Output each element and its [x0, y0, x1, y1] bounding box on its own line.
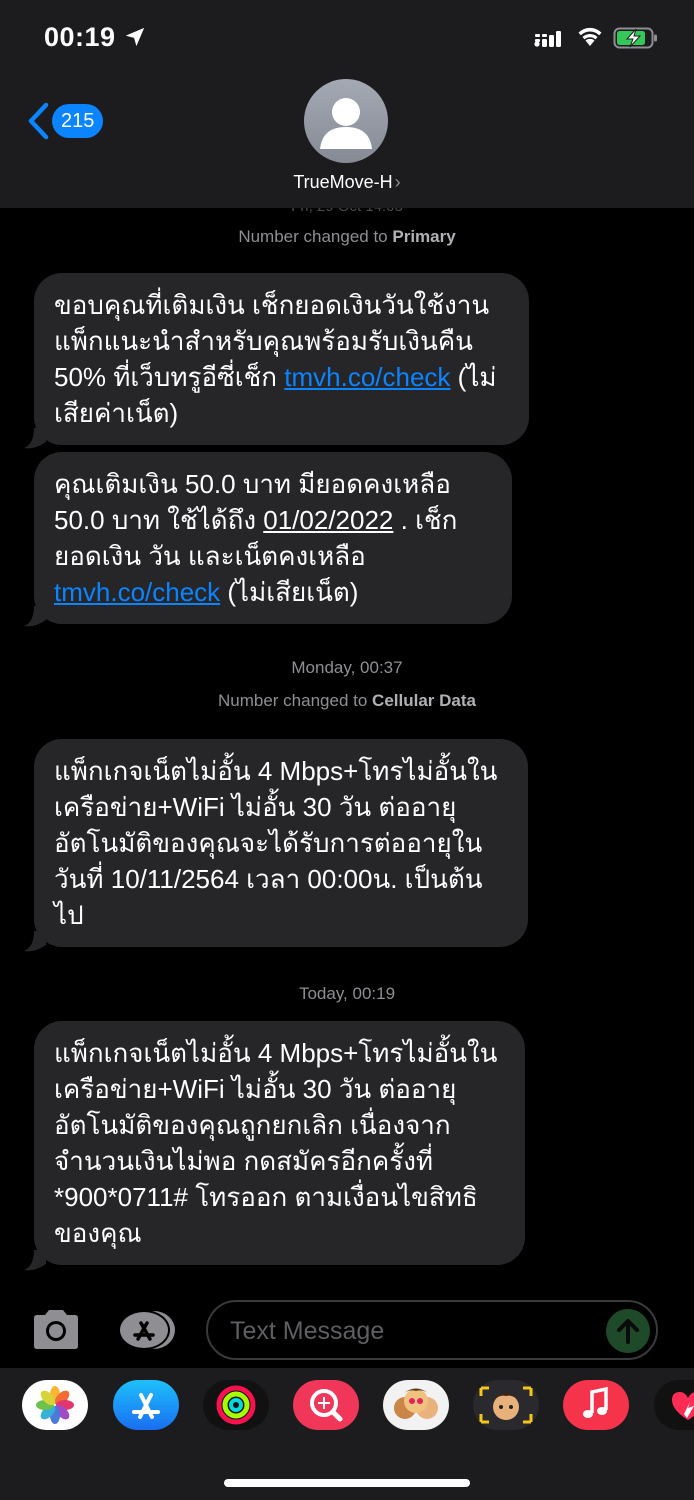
- memoji-stickers-app-icon[interactable]: [383, 1380, 449, 1430]
- back-unread-count[interactable]: 215: [52, 104, 104, 138]
- camera-icon[interactable]: [30, 1308, 82, 1352]
- web-search-app-icon[interactable]: [293, 1380, 359, 1430]
- system-notice: Number changed to Cellular Data: [218, 691, 476, 710]
- memoji-app-icon[interactable]: [473, 1380, 539, 1430]
- message-input-placeholder: Text Message: [230, 1317, 385, 1345]
- send-button[interactable]: [606, 1309, 650, 1353]
- contact-name-button[interactable]: TrueMove-H ›: [0, 172, 694, 193]
- music-app-icon[interactable]: [563, 1380, 629, 1430]
- message-bubble[interactable]: ขอบคุณที่เติมเงิน เช็กยอดเงินวันใช้งาน แ…: [34, 273, 529, 445]
- activity-app-icon[interactable]: [203, 1380, 269, 1430]
- person-icon: [320, 98, 372, 149]
- conversation-header: 00:19 215 TrueMove-H ›: [0, 0, 694, 208]
- location-arrow-icon: [125, 27, 145, 47]
- digital-touch-app-icon[interactable]: [654, 1380, 694, 1430]
- contact-avatar[interactable]: [304, 79, 388, 163]
- wifi-icon: [578, 27, 602, 46]
- message-bubble[interactable]: แพ็กเกจเน็ตไม่อั้น 4 Mbps+โทรไม่อั้นในเค…: [34, 1021, 525, 1265]
- message-bubble[interactable]: คุณเติมเงิน 50.0 บาท มียอดคงเหลือ 50.0 บ…: [34, 452, 512, 624]
- contact-name: TrueMove-H: [293, 172, 393, 192]
- cellular-signal-icon: [534, 31, 561, 47]
- message-date-link[interactable]: 01/02/2022: [263, 505, 393, 535]
- app-store-app-icon[interactable]: [113, 1380, 179, 1430]
- message-thread[interactable]: Fri, 29 Oct 14:03 Number changed to Prim…: [0, 198, 694, 1288]
- chevron-right-icon: ›: [394, 172, 401, 192]
- timestamp: Today, 00:19: [298, 984, 396, 1003]
- message-bubble[interactable]: แพ็กเกจเน็ตไม่อั้น 4 Mbps+โทรไม่อั้นในเค…: [34, 739, 528, 947]
- timestamp: Monday, 00:37: [291, 658, 403, 677]
- message-link[interactable]: tmvh.co/check: [54, 577, 220, 607]
- app-store-drawer-icon[interactable]: [116, 1308, 178, 1352]
- system-notice: Number changed to Primary: [238, 227, 456, 246]
- battery-charging-icon: [613, 27, 657, 49]
- status-time: 00:19: [44, 22, 116, 52]
- message-input[interactable]: Text Message: [206, 1300, 658, 1360]
- message-link[interactable]: tmvh.co/check: [284, 362, 450, 392]
- status-bar: 00:19: [0, 0, 694, 80]
- arrow-up-icon: [617, 1319, 639, 1344]
- home-indicator[interactable]: [224, 1479, 470, 1487]
- compose-bar: Text Message: [0, 1288, 694, 1368]
- photos-app-icon[interactable]: [22, 1380, 88, 1430]
- back-chevron-icon[interactable]: [26, 102, 50, 140]
